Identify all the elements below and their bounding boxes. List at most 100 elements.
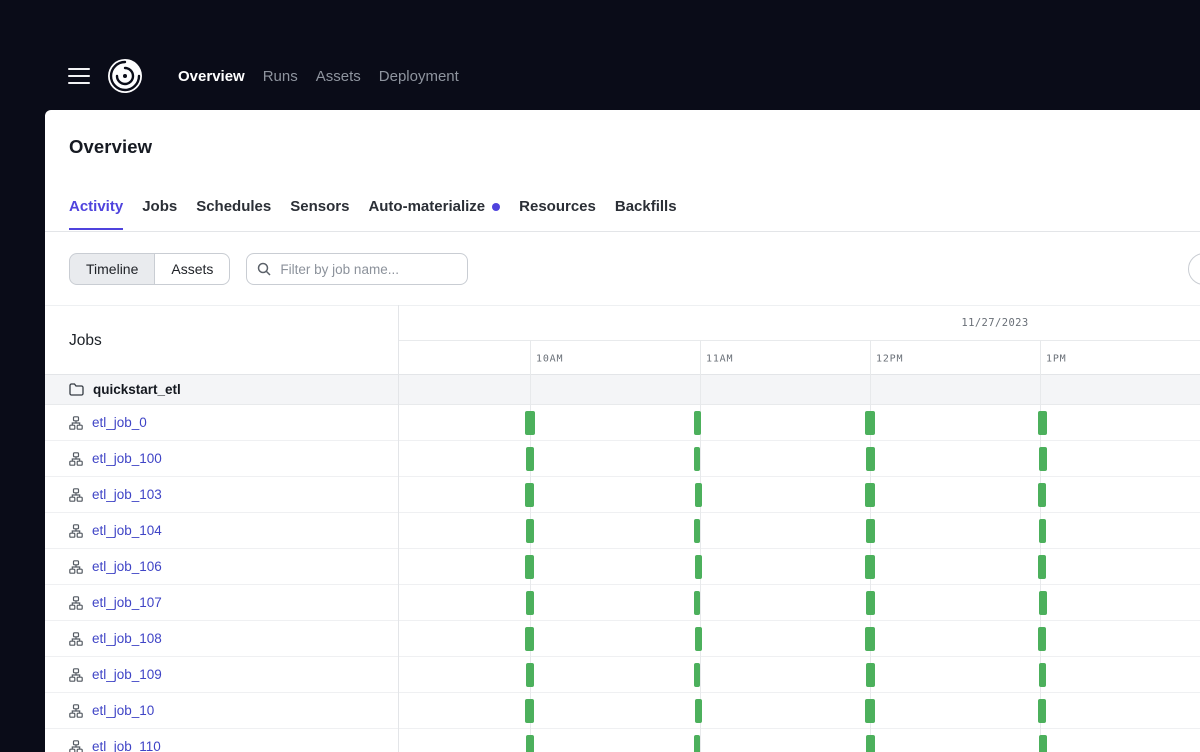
run-bar[interactable]: [526, 519, 534, 543]
nav-deployment[interactable]: Deployment: [379, 68, 459, 85]
job-row: etl_job_0: [45, 405, 1200, 441]
timeline-body: quickstart_etl etl_job_0 etl_job_100 etl_j…: [45, 375, 1200, 752]
run-bar[interactable]: [526, 663, 534, 687]
run-bar[interactable]: [866, 591, 875, 615]
tab-auto-materialize[interactable]: Auto-materialize: [368, 198, 501, 230]
job-run-track: [398, 585, 1200, 620]
job-rows: etl_job_0 etl_job_100 etl_job_103 etl_job_1…: [45, 405, 1200, 752]
tab-activity[interactable]: Activity: [69, 198, 124, 230]
job-row-label-cell: etl_job_0: [45, 405, 398, 440]
hour-tick-label: 10AM: [536, 353, 564, 364]
run-bar[interactable]: [525, 411, 535, 435]
run-bar[interactable]: [694, 519, 700, 543]
run-bar[interactable]: [866, 735, 875, 752]
tab-schedules[interactable]: Schedules: [196, 198, 271, 230]
refresh-button[interactable]: [1188, 253, 1200, 285]
run-bar[interactable]: [1038, 483, 1046, 507]
job-row: etl_job_109: [45, 657, 1200, 693]
job-row-label-cell: etl_job_100: [45, 441, 398, 476]
job-graph-icon: [69, 595, 83, 610]
nav-runs[interactable]: Runs: [263, 68, 298, 85]
run-bar[interactable]: [694, 411, 701, 435]
tab-backfills[interactable]: Backfills: [615, 198, 677, 230]
view-toggle-assets[interactable]: Assets: [154, 253, 231, 285]
tab-resources[interactable]: Resources: [519, 198, 596, 230]
job-run-track: [398, 549, 1200, 584]
run-bar[interactable]: [1038, 627, 1046, 651]
dagster-logo-icon: [108, 59, 142, 93]
job-graph-icon: [69, 415, 83, 430]
run-bar[interactable]: [1039, 591, 1047, 615]
run-bar[interactable]: [525, 483, 534, 507]
run-bar[interactable]: [1038, 699, 1046, 723]
run-bar[interactable]: [695, 699, 702, 723]
timeline-time-row: 10AM 11AM 12PM 1PM: [398, 341, 1200, 376]
run-bar[interactable]: [694, 591, 700, 615]
run-bar[interactable]: [865, 483, 875, 507]
run-bar[interactable]: [1038, 555, 1046, 579]
folder-icon: [69, 383, 84, 396]
run-bar[interactable]: [695, 483, 702, 507]
job-row-label-cell: etl_job_107: [45, 585, 398, 620]
tab-divider: [45, 231, 1200, 232]
run-bar[interactable]: [865, 627, 875, 651]
run-bar[interactable]: [1038, 411, 1047, 435]
run-bar[interactable]: [695, 627, 702, 651]
tab-sensors[interactable]: Sensors: [290, 198, 349, 230]
job-run-track: [398, 513, 1200, 548]
run-bar[interactable]: [866, 663, 875, 687]
run-bar[interactable]: [865, 555, 875, 579]
menu-button[interactable]: [68, 68, 90, 84]
job-link[interactable]: etl_job_103: [92, 487, 162, 502]
run-bar[interactable]: [525, 555, 534, 579]
run-bar[interactable]: [525, 627, 534, 651]
job-filter-input[interactable]: [278, 260, 460, 278]
run-bar[interactable]: [865, 411, 875, 435]
dagster-logo[interactable]: [106, 57, 144, 95]
run-bar[interactable]: [526, 447, 534, 471]
top-nav: Overview Runs Assets Deployment: [0, 0, 1200, 110]
job-row: etl_job_103: [45, 477, 1200, 513]
nav-overview[interactable]: Overview: [178, 68, 245, 85]
run-bar[interactable]: [1039, 447, 1047, 471]
job-link[interactable]: etl_job_106: [92, 559, 162, 574]
run-bar[interactable]: [694, 663, 700, 687]
job-link[interactable]: etl_job_107: [92, 595, 162, 610]
run-bar[interactable]: [866, 519, 875, 543]
job-graph-icon: [69, 667, 83, 682]
view-toggle-timeline[interactable]: Timeline: [69, 253, 156, 285]
run-bar[interactable]: [526, 591, 534, 615]
job-link[interactable]: etl_job_108: [92, 631, 162, 646]
job-link[interactable]: etl_job_0: [92, 415, 147, 430]
job-link[interactable]: etl_job_10: [92, 703, 154, 718]
hamburger-icon: [68, 68, 90, 70]
run-bar[interactable]: [1039, 519, 1046, 543]
hour-tick-label: 1PM: [1046, 353, 1067, 364]
job-row: etl_job_110: [45, 729, 1200, 752]
job-run-track: [398, 729, 1200, 752]
job-link[interactable]: etl_job_100: [92, 451, 162, 466]
job-run-track: [398, 621, 1200, 656]
run-bar[interactable]: [525, 699, 534, 723]
job-graph-icon: [69, 523, 83, 538]
page-title: Overview: [69, 136, 153, 157]
hour-tick-label: 12PM: [876, 353, 904, 364]
job-graph-icon: [69, 631, 83, 646]
run-bar[interactable]: [694, 447, 700, 471]
run-bar[interactable]: [866, 447, 875, 471]
job-link[interactable]: etl_job_110: [92, 739, 161, 752]
run-bar[interactable]: [1039, 735, 1047, 752]
job-run-track: [398, 657, 1200, 692]
job-link[interactable]: etl_job_109: [92, 667, 162, 682]
run-bar[interactable]: [526, 735, 534, 752]
job-link[interactable]: etl_job_104: [92, 523, 162, 538]
job-group-row[interactable]: quickstart_etl: [45, 375, 1200, 405]
run-bar[interactable]: [865, 699, 875, 723]
job-row: etl_job_104: [45, 513, 1200, 549]
run-bar[interactable]: [694, 735, 700, 752]
nav-assets[interactable]: Assets: [316, 68, 361, 85]
job-row-label-cell: etl_job_108: [45, 621, 398, 656]
run-bar[interactable]: [1039, 663, 1046, 687]
run-bar[interactable]: [695, 555, 702, 579]
tab-jobs[interactable]: Jobs: [142, 198, 177, 230]
